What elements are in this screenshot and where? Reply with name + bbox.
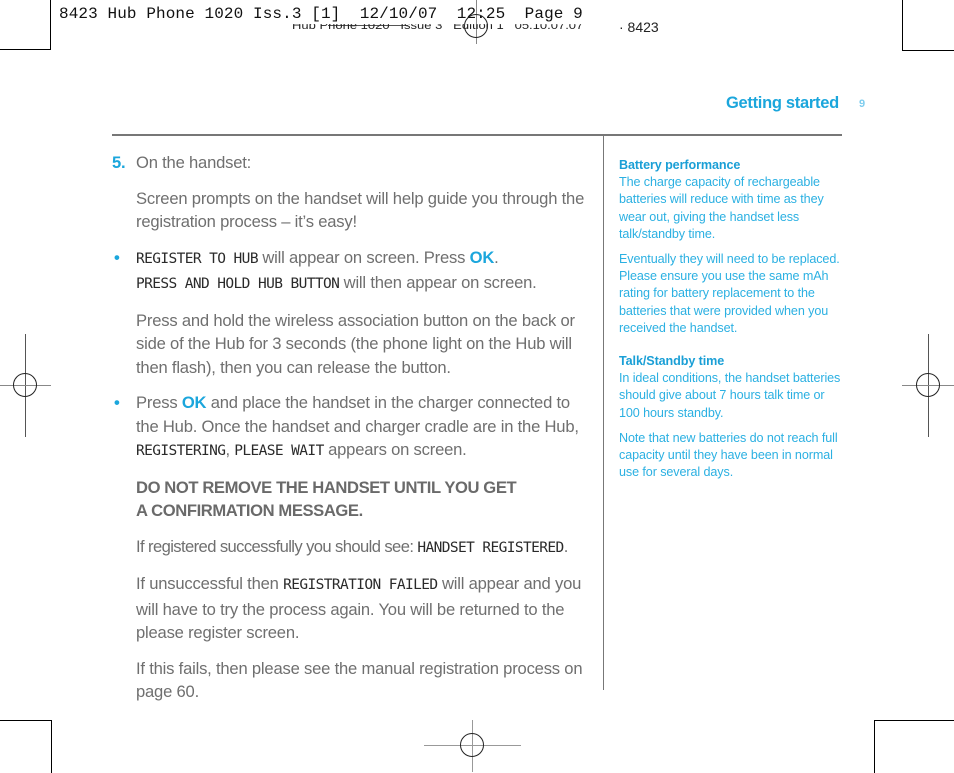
ok-key-label: OK: [181, 393, 207, 412]
failure-text: If unsuccessful then: [136, 574, 284, 593]
battery-paragraph-1: The charge capacity of rechargeable batt…: [619, 175, 824, 241]
bullet-register-to-hub: • REGISTER TO HUB will appear on screen.…: [114, 246, 592, 297]
battery-paragraph-2: Eventually they will need to be replaced…: [619, 252, 840, 335]
lcd-text: REGISTERING: [136, 443, 226, 459]
step-number: 5.: [112, 153, 126, 172]
bullet-text: appears on screen.: [323, 440, 467, 459]
crop-mark-top-left: [0, 0, 51, 50]
bullet-text: Press: [136, 393, 182, 412]
bullet-icon: •: [114, 247, 120, 267]
print-slug: 8423 Hub Phone 1020 Iss.3 [1] 12/10/07 1…: [59, 5, 583, 23]
bullet-text: will then appear on screen.: [339, 273, 537, 292]
bullet-text: will appear on screen. Press: [257, 247, 470, 267]
intro-paragraph: Screen prompts on the handset will help …: [136, 188, 585, 232]
warning-text: DO NOT REMOVE THE HANDSET UNTIL YOU GET …: [136, 477, 517, 521]
success-text: If registered successfully you should se…: [136, 536, 418, 556]
success-end: .: [563, 536, 569, 556]
column-divider: [603, 135, 604, 690]
talk-standby-heading: Talk/Standby time: [619, 354, 725, 369]
bullet-text: ,: [225, 440, 235, 459]
crop-mark-top-right: [902, 0, 954, 51]
section-title: Getting started: [726, 94, 839, 112]
page-number: 9: [859, 98, 866, 110]
hold-button-paragraph: Press and hold the wireless association …: [136, 310, 575, 377]
header-rule: [112, 134, 842, 136]
battery-heading: Battery performance: [619, 158, 741, 172]
bullet-text: .: [494, 247, 499, 267]
talk-paragraph-1: In ideal conditions, the handset batteri…: [619, 371, 841, 420]
bullet-press-ok: • Press OK and place the handset in the …: [114, 391, 592, 464]
sidebar-notes: Battery performance The charge capacity …: [619, 157, 844, 489]
step-heading: 5. On the handset:: [112, 151, 592, 175]
lcd-text: HANDSET REGISTERED: [417, 539, 564, 556]
talk-paragraph-2: Note that new batteries do not reach ful…: [619, 430, 838, 480]
manual-registration-paragraph: If this fails, then please see the manua…: [136, 658, 583, 702]
lcd-text: PLEASE WAIT: [234, 443, 324, 459]
main-column: 5. On the handset: Screen prompts on the…: [112, 151, 592, 716]
step-title: On the handset:: [136, 153, 252, 172]
failure-paragraph: If unsuccessful then REGISTRATION FAILED…: [136, 572, 592, 645]
success-paragraph: If registered successfully you should se…: [136, 535, 606, 561]
lcd-text: REGISTRATION FAILED: [283, 577, 438, 593]
lcd-text: PRESS AND HOLD HUB BUTTON: [136, 276, 340, 292]
crop-mark-bottom-left: [0, 720, 52, 773]
crop-mark-bottom-right: [874, 720, 954, 773]
print-slug-code: · 8423: [619, 19, 659, 35]
lcd-text: REGISTER TO HUB: [136, 250, 259, 267]
ok-key-label: OK: [469, 247, 495, 267]
bullet-icon: •: [114, 393, 120, 412]
